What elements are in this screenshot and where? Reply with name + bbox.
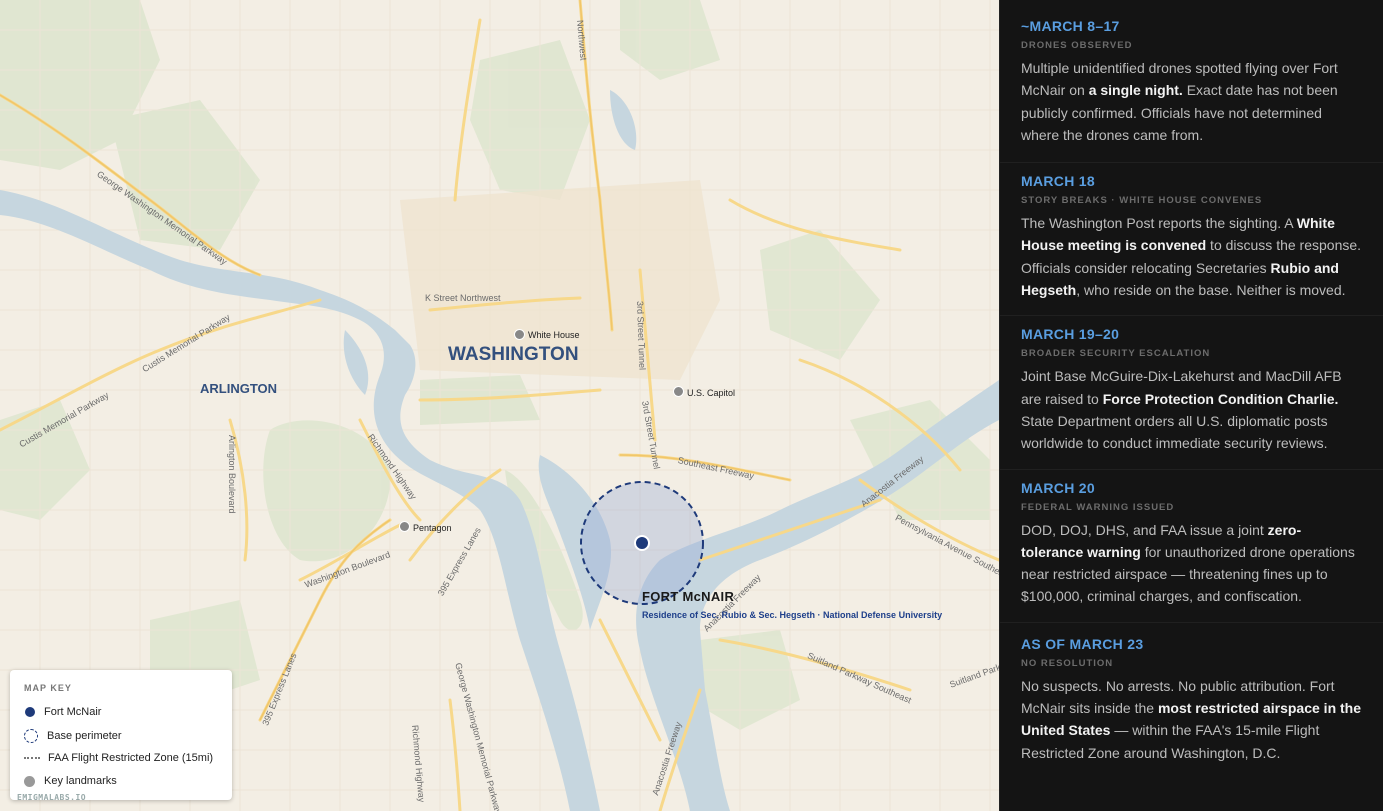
timeline-entry: AS OF MARCH 23 NO RESOLUTION No suspects. … (1000, 623, 1383, 778)
map-key-label: Key landmarks (44, 775, 117, 787)
timeline-date: MARCH 20 (1021, 479, 1095, 496)
map-key-label: Fort McNair (44, 706, 102, 718)
timeline-entry: MARCH 19–20 BROADER SECURITY ESCALATION Jo… (1000, 316, 1383, 470)
timeline-body-text: State Department orders all U.S. diploma… (1021, 412, 1328, 452)
road-label: Arlington Boulevard (227, 435, 237, 514)
timeline-body: The Washington Post reports the sighting… (1021, 212, 1362, 301)
map-key-label: Base perimeter (47, 730, 122, 742)
capitol-marker[interactable] (673, 386, 684, 397)
timeline-body-text: , who reside on the base. Neither is mov… (1076, 282, 1346, 299)
city-label-arlington: ARLINGTON (200, 381, 278, 396)
timeline-body: Joint Base McGuire-Dix-Lakehurst and Mac… (1021, 365, 1362, 454)
map-key-item: Fort McNair (24, 706, 101, 718)
dotted-line-icon (24, 757, 40, 759)
navy-dot-icon (25, 707, 35, 717)
white-house-marker[interactable] (514, 329, 525, 340)
gray-dot-icon (24, 775, 35, 787)
landmark-label-pentagon: Pentagon (413, 523, 452, 533)
timeline-body-text: The Washington Post reports the sighting… (1021, 215, 1297, 232)
timeline-entry: MARCH 18 STORY BREAKS · WHITE HOUSE CONVE… (1000, 163, 1383, 317)
map-canvas[interactable]: WASHINGTON ARLINGTON K Street Northwest … (0, 0, 999, 811)
city-label-washington: WASHINGTON (448, 344, 579, 365)
timeline-body: No suspects. No arrests. No public attri… (1021, 675, 1362, 764)
landmark-label-capitol: U.S. Capitol (687, 388, 736, 398)
timeline-date: MARCH 19–20 (1021, 326, 1120, 343)
pentagon-marker[interactable] (399, 521, 410, 532)
timeline-entry: ~MARCH 8–17 DRONES OBSERVED Multiple unide… (1000, 0, 1383, 164)
timeline-subtitle: NO RESOLUTION (1021, 657, 1114, 669)
fort-mcnair-subtitle: Residence of Sec. Rubio & Sec. Hegseth ·… (642, 610, 943, 620)
timeline-body-text: DOD, DOJ, DHS, and FAA issue a joint (1021, 521, 1268, 538)
map-key-title: MAP KEY (24, 683, 72, 693)
landmark-label-white-house: White House (528, 330, 580, 340)
timeline-subtitle: DRONES OBSERVED (1021, 40, 1133, 51)
timeline-panel[interactable]: ~MARCH 8–17 DRONES OBSERVED Multiple unide… (999, 0, 1383, 811)
timeline-body: Multiple unidentified drones spotted fly… (1021, 57, 1362, 146)
map-key-label: FAA Flight Restricted Zone (15mi) (48, 752, 214, 764)
timeline-body-emphasis: a single night. (1088, 82, 1183, 99)
watermark-text: EMIGMALABS.IO (17, 793, 87, 802)
dashed-circle-icon (24, 729, 38, 743)
map-key: MAP KEY Fort McNair Base perimeter FAA F… (10, 670, 232, 800)
fort-mcnair-title: FORT McNAIR (642, 589, 735, 604)
timeline-subtitle: BROADER SECURITY ESCALATION (1021, 348, 1211, 360)
timeline-body: DOD, DOJ, DHS, and FAA issue a joint zer… (1021, 519, 1362, 608)
map-key-item: FAA Flight Restricted Zone (15mi) (24, 752, 213, 764)
timeline-subtitle: FEDERAL WARNING ISSUED (1021, 501, 1175, 513)
fort-mcnair-marker (634, 535, 650, 551)
timeline-entry: MARCH 20 FEDERAL WARNING ISSUED DOD, DOJ, … (1000, 470, 1383, 623)
timeline-date: ~MARCH 8–17 (1021, 18, 1120, 34)
timeline-body-emphasis: Force Protection Condition Charlie. (1102, 390, 1339, 407)
timeline-date: AS OF MARCH 23 (1021, 635, 1144, 652)
road-label: K Street Northwest (425, 293, 501, 303)
timeline-subtitle: STORY BREAKS · WHITE HOUSE CONVENES (1021, 195, 1263, 207)
map-key-item: Key landmarks (24, 775, 117, 787)
map-key-item: Base perimeter (24, 729, 122, 743)
timeline-date: MARCH 18 (1021, 173, 1095, 190)
